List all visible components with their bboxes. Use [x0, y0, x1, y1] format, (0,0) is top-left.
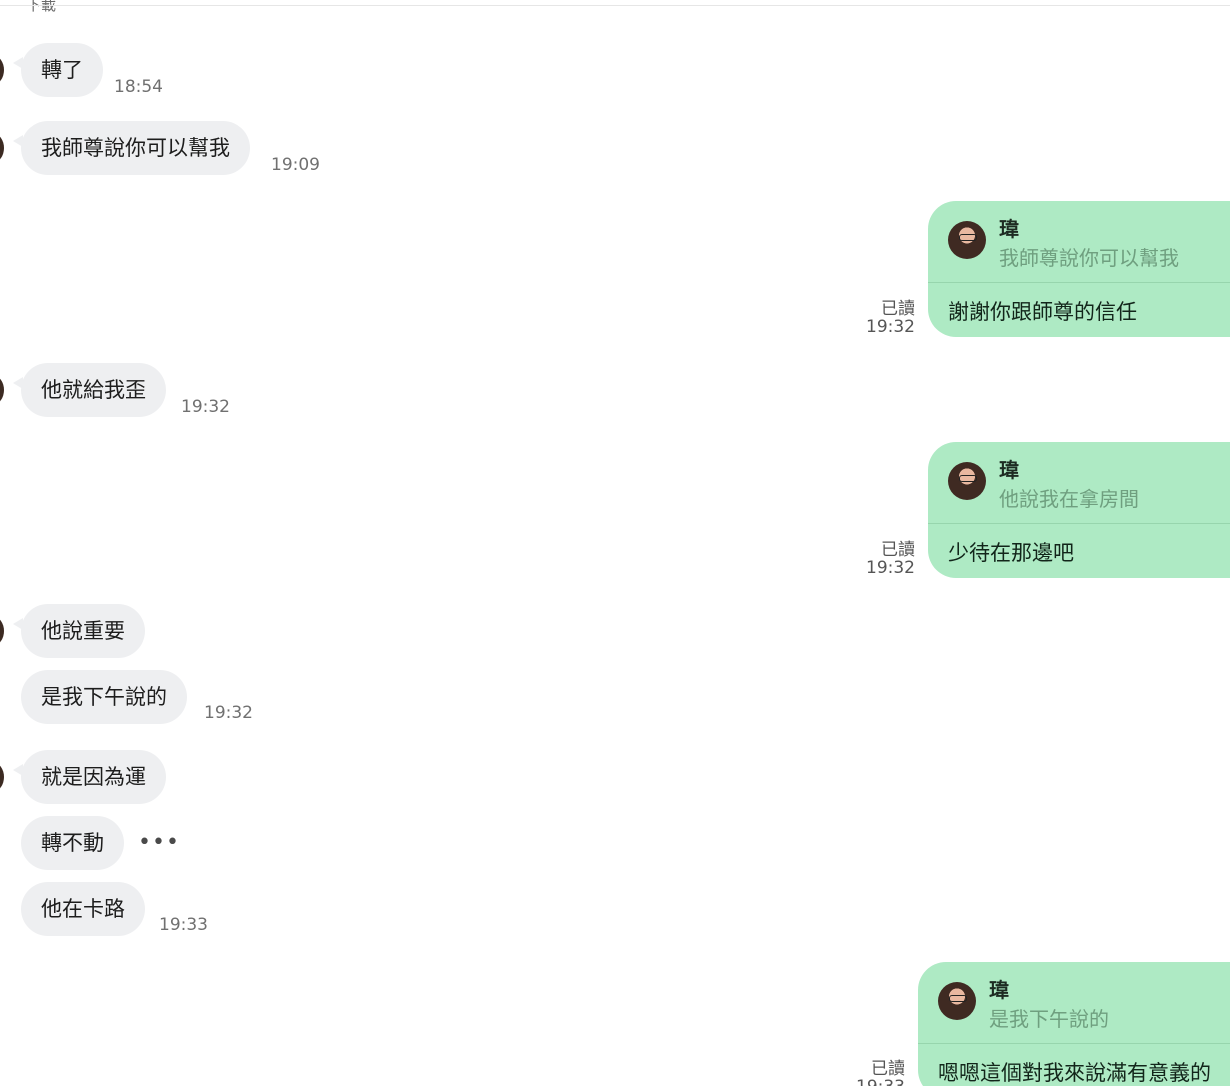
read-receipt: 已讀 — [881, 299, 915, 319]
incoming-message-bubble[interactable]: 他在卡路 — [21, 882, 145, 936]
incoming-message-bubble[interactable]: 轉不動 — [21, 816, 124, 870]
sender-avatar[interactable] — [0, 376, 4, 404]
incoming-message-bubble[interactable]: 我師尊說你可以幫我 — [13, 121, 250, 175]
incoming-message-bubble[interactable]: 他說重要 — [13, 604, 145, 658]
message-time: 19:09 — [271, 155, 320, 175]
message-time: 19:32 — [204, 703, 253, 723]
message-time: 19:33 — [159, 915, 208, 935]
sender-avatar[interactable] — [0, 617, 4, 645]
quoted-user-name: 瑋 — [989, 978, 1009, 1002]
message-time: 19:32 — [866, 558, 915, 578]
read-receipt: 已讀 — [871, 1059, 905, 1079]
reply-message-text: 嗯嗯這個對我來說滿有意義的 — [938, 1061, 1211, 1085]
message-time: 18:54 — [114, 77, 163, 97]
message-time: 19:33 — [845, 1077, 905, 1086]
chat-window: 下載 轉了 18:54 我師尊說你可以幫我 19:09 瑋 我師尊說你可以幫我 … — [0, 0, 1230, 1086]
incoming-message-bubble[interactable]: 他就給我歪 — [13, 363, 166, 417]
incoming-message-bubble[interactable]: 轉了 — [13, 43, 103, 97]
quoted-user-avatar — [948, 221, 986, 259]
outgoing-reply-bubble[interactable]: 瑋 是我下午說的 嗯嗯這個對我來說滿有意義的 — [918, 962, 1230, 1086]
quoted-message-text[interactable]: 是我下午說的 — [989, 1003, 1109, 1032]
incoming-message-bubble[interactable]: 就是因為運 — [13, 750, 166, 804]
quoted-message-text[interactable]: 我師尊說你可以幫我 — [999, 242, 1179, 271]
cutoff-download-text: 下載 — [26, 0, 57, 14]
message-time: 19:32 — [866, 317, 915, 337]
more-dots-icon[interactable]: ••• — [138, 832, 180, 854]
reply-message-text: 謝謝你跟師尊的信任 — [948, 300, 1137, 324]
sender-avatar[interactable] — [0, 763, 4, 791]
read-receipt: 已讀 — [881, 540, 915, 560]
quoted-user-avatar — [948, 462, 986, 500]
sender-avatar[interactable] — [0, 134, 4, 162]
quoted-user-name: 瑋 — [999, 217, 1019, 241]
quoted-user-avatar — [938, 982, 976, 1020]
sender-avatar[interactable] — [0, 56, 4, 84]
reply-message-text: 少待在那邊吧 — [948, 541, 1074, 565]
incoming-message-bubble[interactable]: 是我下午說的 — [21, 670, 187, 724]
message-time: 19:32 — [181, 397, 230, 417]
top-divider — [0, 5, 1230, 6]
quoted-message-text[interactable]: 他說我在拿房間 — [999, 483, 1139, 512]
outgoing-reply-bubble[interactable]: 瑋 我師尊說你可以幫我 謝謝你跟師尊的信任 — [928, 201, 1230, 337]
outgoing-reply-bubble[interactable]: 瑋 他說我在拿房間 少待在那邊吧 — [928, 442, 1230, 578]
quoted-user-name: 瑋 — [999, 458, 1019, 482]
